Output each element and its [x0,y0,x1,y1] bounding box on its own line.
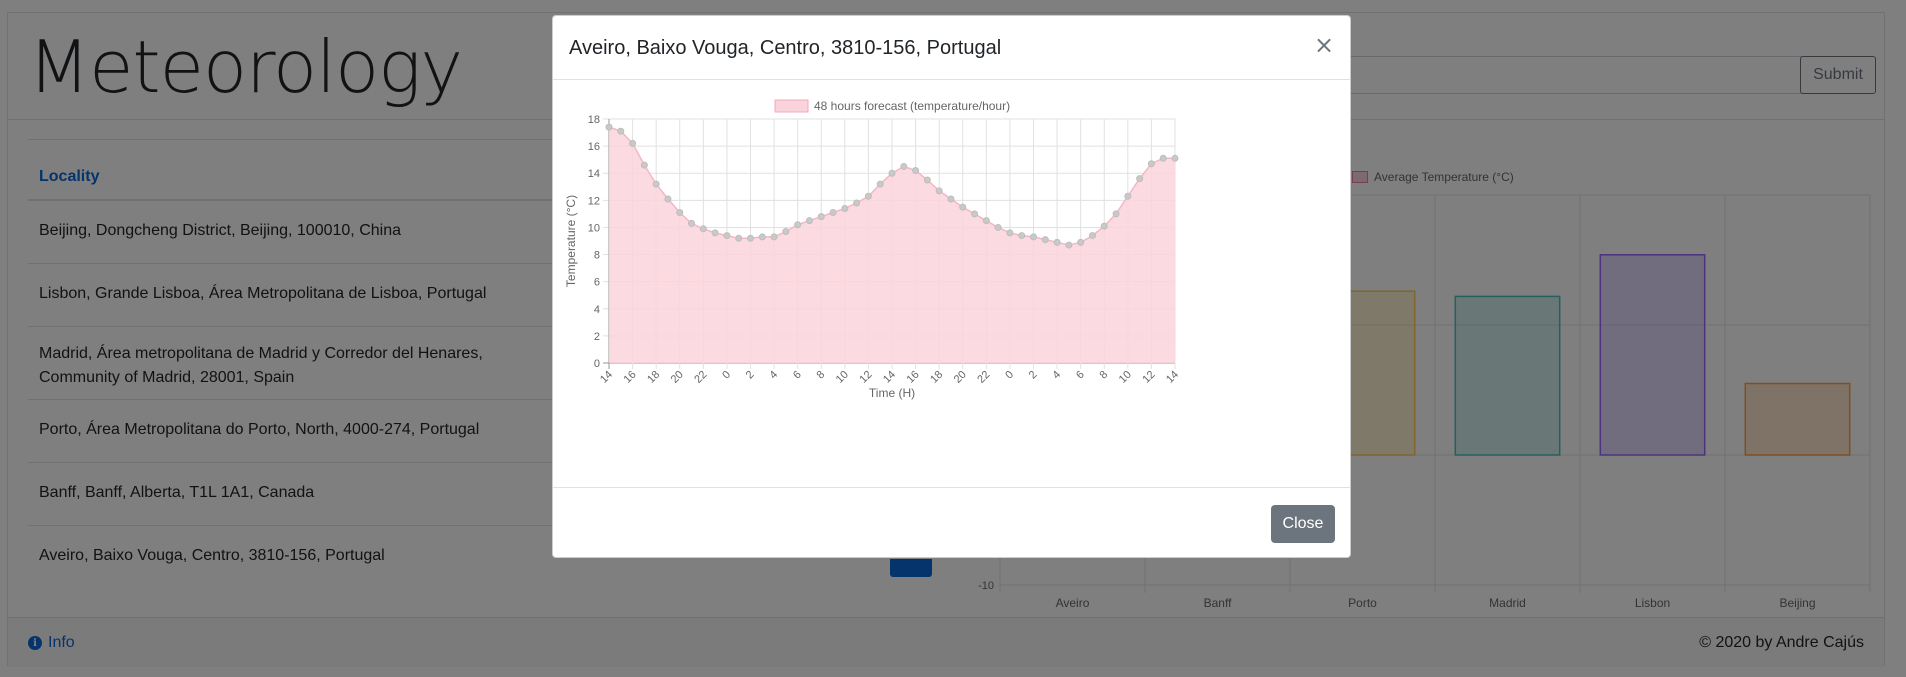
forecast-data-point [758,233,766,241]
x-tick-label: 14 [598,369,615,386]
chart-legend-label: 48 hours forecast (temperature/hour) [814,99,1010,113]
forecast-data-point [688,219,696,227]
forecast-data-point [711,229,719,237]
forecast-data-point [794,221,802,229]
x-tick-label: 8 [815,369,828,382]
forecast-data-point [959,203,967,211]
forecast-data-point [935,187,943,195]
forecast-data-point [876,180,884,188]
forecast-data-point [817,213,825,221]
x-tick-label: 14 [1164,369,1181,386]
forecast-data-point [735,234,743,242]
x-tick-label: 6 [1074,369,1087,382]
forecast-line-chart: 48 hours forecast (temperature/hour)0246… [564,99,1181,400]
forecast-data-point [1030,233,1037,241]
y-tick-label: 2 [594,331,600,343]
close-button[interactable]: Close [1271,505,1335,543]
forecast-data-point [900,162,908,170]
forecast-data-point [829,209,837,217]
forecast-data-point [699,225,707,233]
forecast-data-point [1136,175,1144,183]
x-axis-title: Time (H) [869,386,915,400]
forecast-data-point [782,228,790,236]
forecast-data-point [1088,232,1096,240]
forecast-data-point [617,127,625,135]
x-tick-label: 18 [645,369,662,386]
forecast-data-point [994,223,1002,231]
x-tick-label: 14 [881,369,898,386]
forecast-data-point [971,210,979,218]
y-tick-label: 6 [594,277,600,289]
forecast-data-point [1018,232,1026,240]
x-tick-label: 0 [1003,369,1016,382]
forecast-data-point [652,180,660,188]
x-tick-label: 10 [1117,369,1134,386]
modal-header: Aveiro, Baixo Vouga, Centro, 3810-156, P… [553,16,1350,80]
forecast-data-point [1124,192,1132,200]
forecast-data-point [1006,229,1014,237]
forecast-data-point [947,195,955,203]
forecast-data-point [1112,210,1120,218]
modal-title: Aveiro, Baixo Vouga, Centro, 3810-156, P… [569,37,1002,59]
x-tick-label: 22 [975,369,992,386]
forecast-data-point [1077,238,1085,246]
forecast-data-point [676,209,684,217]
x-tick-label: 18 [928,369,945,386]
y-axis-title: Temperature (°C) [564,195,578,287]
x-tick-label: 12 [857,369,874,386]
modal-body: 48 hours forecast (temperature/hour) 0 2 4 6… [553,80,1350,487]
y-tick-label: 16 [588,141,600,153]
modal-footer: Close [553,487,1350,559]
forecast-data-point [1100,222,1108,230]
x-tick-label: 12 [1140,369,1157,386]
x-tick-label: 8 [1098,369,1111,382]
x-tick-label: 16 [905,369,922,386]
forecast-data-point [1159,154,1167,162]
x-tick-label: 0 [720,369,733,382]
y-tick-label: 18 [588,114,600,126]
forecast-data-point [664,195,672,203]
y-tick-label: 14 [588,168,600,180]
y-tick-label: 12 [588,195,600,207]
forecast-data-point [1147,160,1155,168]
x-tick-label: 4 [1050,369,1063,382]
x-tick-label: 10 [834,369,851,386]
x-tick-label: 2 [1027,369,1040,382]
forecast-data-point [1171,154,1179,162]
forecast-data-point [853,199,861,207]
forecast-data-point [864,192,872,200]
legend-swatch [774,99,809,113]
close-icon[interactable]: × [1312,30,1336,60]
forecast-data-point [888,169,896,177]
forecast-data-point [723,232,731,240]
x-tick-label: 20 [669,369,686,386]
y-tick-label: 4 [594,304,600,316]
y-tick-label: 10 [588,222,600,234]
forecast-data-point [923,176,931,184]
y-tick-label: 8 [594,250,600,262]
forecast-data-point [605,123,613,131]
forecast-data-point [747,234,754,242]
y-tick-label: 0 [594,358,600,370]
forecast-data-point [1041,236,1049,244]
x-tick-label: 16 [622,369,639,386]
forecast-data-point [1065,241,1073,249]
forecast-data-point [640,161,648,169]
x-tick-label: 2 [744,369,757,382]
x-tick-label: 22 [692,369,709,386]
forecast-data-point [841,204,849,212]
forecast-data-point [982,217,990,225]
forecast-data-point [1053,238,1061,246]
forecast-data-point [629,139,637,147]
forecast-data-point [805,217,813,225]
forecast-data-point [912,167,920,175]
forecast-modal: Aveiro, Baixo Vouga, Centro, 3810-156, P… [552,15,1351,558]
forecast-data-point [770,233,778,241]
x-tick-label: 20 [952,369,969,386]
x-tick-label: 4 [767,369,780,382]
x-tick-label: 6 [791,369,804,382]
